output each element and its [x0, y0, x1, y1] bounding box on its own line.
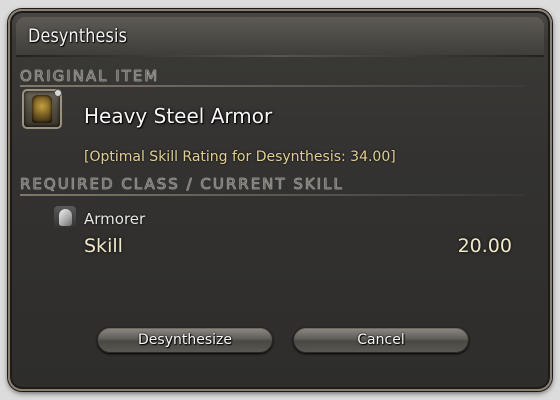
- item-name: Heavy Steel Armor: [84, 104, 273, 128]
- section-header-original-item: ORIGINAL ITEM: [20, 67, 160, 85]
- helm-graphic: [59, 209, 72, 226]
- skill-label: Skill: [84, 235, 123, 257]
- armorer-helm-icon: [54, 206, 76, 230]
- cancel-button[interactable]: Cancel: [293, 327, 469, 353]
- section-header-required-class: REQUIRED CLASS / CURRENT SKILL: [20, 175, 344, 193]
- class-name: Armorer: [84, 210, 146, 228]
- section-rule: [20, 85, 524, 87]
- title-divider: [16, 55, 544, 57]
- armor-icon[interactable]: [22, 89, 62, 129]
- item-indicator-dot: [54, 89, 62, 97]
- title-bar[interactable]: Desynthesis: [16, 17, 544, 55]
- optimal-skill-rating: [Optimal Skill Rating for Desynthesis: 3…: [84, 149, 396, 165]
- desynthesize-button[interactable]: Desynthesize: [97, 327, 273, 353]
- window-title: Desynthesis: [28, 25, 128, 47]
- skill-value: 20.00: [457, 235, 512, 257]
- armor-icon-graphic: [32, 95, 52, 123]
- section-rule: [20, 194, 524, 196]
